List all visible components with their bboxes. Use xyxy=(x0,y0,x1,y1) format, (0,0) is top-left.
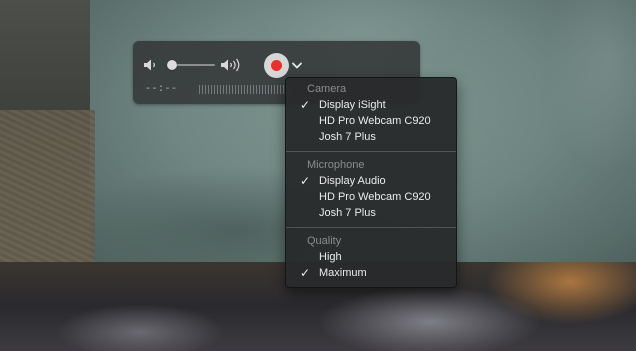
menu-header-quality: Quality xyxy=(307,235,342,247)
menu-header-microphone: Microphone xyxy=(307,159,365,171)
checkmark-icon: ✓ xyxy=(300,266,311,280)
volume-slider[interactable] xyxy=(167,58,215,72)
checkmark-icon: ✓ xyxy=(300,98,311,112)
menu-item-hd-pro-webcam-microphone[interactable]: HD Pro Webcam C920 xyxy=(286,190,456,206)
menu-separator xyxy=(286,227,456,228)
volume-slider-knob[interactable] xyxy=(167,60,177,70)
menu-item-hd-pro-webcam-camera[interactable]: HD Pro Webcam C920 xyxy=(286,114,456,130)
menu-item-quality-maximum[interactable]: ✓ Maximum xyxy=(286,266,456,282)
menu-item-josh-7-plus-microphone[interactable]: Josh 7 Plus xyxy=(286,206,456,222)
speaker-low-icon[interactable] xyxy=(143,58,159,72)
recording-options-menu: Camera ✓ Display iSight HD Pro Webcam C9… xyxy=(285,77,457,288)
audio-level-meter xyxy=(199,85,291,94)
camera-feed-floor xyxy=(0,110,95,262)
menu-item-josh-7-plus-camera[interactable]: Josh 7 Plus xyxy=(286,130,456,146)
menu-item-display-isight[interactable]: ✓ Display iSight xyxy=(286,98,456,114)
record-icon xyxy=(271,60,282,71)
menu-header-camera: Camera xyxy=(307,83,347,95)
chevron-down-icon[interactable] xyxy=(292,62,302,69)
menu-item-quality-high[interactable]: High xyxy=(286,250,456,266)
record-button[interactable] xyxy=(264,53,289,78)
recording-time: --:-- xyxy=(145,84,178,95)
menu-separator xyxy=(286,151,456,152)
menu-item-display-audio[interactable]: ✓ Display Audio xyxy=(286,174,456,190)
checkmark-icon: ✓ xyxy=(300,174,311,188)
speaker-high-icon[interactable] xyxy=(220,58,244,72)
volume-slider-track[interactable] xyxy=(171,64,215,66)
